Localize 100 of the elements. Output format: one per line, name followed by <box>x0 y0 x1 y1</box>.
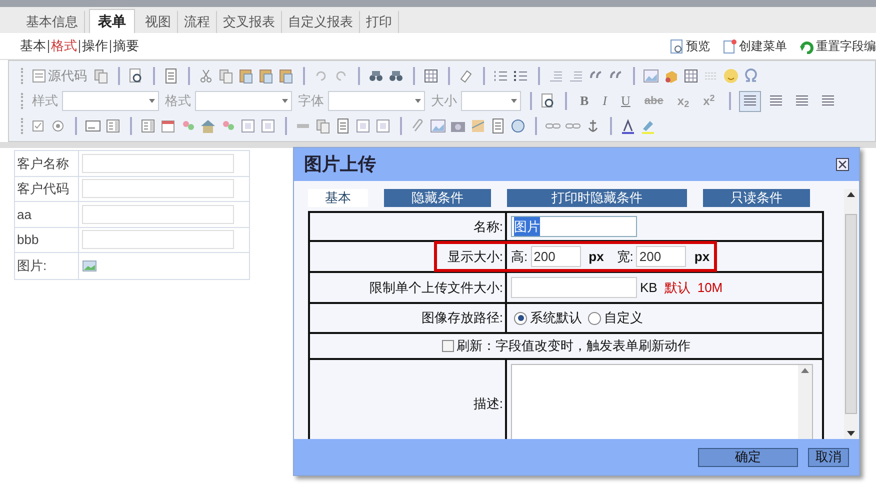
omega-icon[interactable] <box>743 68 759 84</box>
document-icon[interactable] <box>490 118 506 134</box>
source-code-button[interactable]: 源代码 <box>30 66 89 86</box>
text-input[interactable]: 图片 <box>511 216 637 237</box>
align-lines-icon[interactable] <box>738 90 761 112</box>
tab[interactable]: 自定义报表 <box>282 11 360 33</box>
eraser-icon[interactable] <box>458 68 474 84</box>
dialog-tab[interactable]: 打印时隐藏条件 <box>507 189 687 207</box>
tab[interactable]: 视图 <box>139 11 178 33</box>
text-field-icon[interactable] <box>85 118 101 134</box>
frame-icon[interactable] <box>375 118 391 134</box>
magnifier-icon[interactable] <box>540 93 556 109</box>
clipboard-icon[interactable] <box>238 68 254 84</box>
scissors-icon[interactable] <box>198 68 214 84</box>
document-icon[interactable] <box>163 68 179 84</box>
toolbar-link[interactable]: 创建菜单 <box>739 37 787 55</box>
format-button[interactable]: U <box>616 91 636 111</box>
dropdown-label: 格式 <box>165 92 191 110</box>
frame-icon[interactable] <box>240 118 256 134</box>
scrollbar[interactable] <box>844 189 858 439</box>
dropdown-field[interactable] <box>195 91 292 111</box>
tab[interactable]: 表单 <box>89 9 135 33</box>
radio-label: 自定义 <box>604 309 643 328</box>
format-button[interactable]: B <box>575 91 594 111</box>
bullet-list-icon[interactable] <box>513 68 529 84</box>
pages-icon[interactable] <box>218 68 234 84</box>
number-input[interactable]: 200 <box>636 246 686 267</box>
clipboard-icon[interactable] <box>258 68 274 84</box>
landscape-icon[interactable] <box>430 118 446 134</box>
text-input[interactable] <box>82 204 234 224</box>
field-label: 图片: <box>17 257 47 275</box>
dropdown-field[interactable] <box>62 91 159 111</box>
caret-icon <box>511 99 517 103</box>
dropdown-field[interactable] <box>328 91 425 111</box>
text-area[interactable] <box>511 364 813 439</box>
nav-link[interactable]: 基本 <box>20 36 46 56</box>
calendar-icon[interactable] <box>160 118 176 134</box>
unit-label: px <box>694 248 710 266</box>
toolbar-link[interactable]: 预览 <box>686 37 710 55</box>
radio-button[interactable] <box>588 312 601 324</box>
globe-icon[interactable] <box>510 118 526 134</box>
nav-link[interactable]: 操作 <box>82 36 108 56</box>
number-input[interactable]: 200 <box>530 246 581 267</box>
field-label: 显示大小: <box>447 248 503 266</box>
magnifier-icon[interactable] <box>128 68 144 84</box>
close-icon[interactable] <box>836 158 849 171</box>
dialog-button[interactable]: 取消 <box>808 448 849 466</box>
landscape-icon[interactable] <box>643 68 659 84</box>
tab[interactable]: 流程 <box>178 11 217 33</box>
field-label: bbb <box>17 231 39 249</box>
numbered-list-icon[interactable] <box>493 68 509 84</box>
binoculars-icon[interactable] <box>388 68 404 84</box>
format-button[interactable]: I <box>598 91 612 111</box>
pages-icon[interactable] <box>315 118 331 134</box>
tab[interactable]: 打印 <box>360 11 399 33</box>
dialog-tab[interactable]: 基本 <box>308 189 368 207</box>
text-input[interactable] <box>82 230 234 250</box>
grid-icon[interactable] <box>423 68 439 84</box>
scroll-down-icon[interactable] <box>847 431 855 436</box>
radio-icon[interactable] <box>50 118 66 134</box>
circular-arrow-icon[interactable] <box>799 38 814 54</box>
hint-text: 默认 <box>664 278 690 297</box>
scroll-up-icon[interactable] <box>847 192 855 197</box>
text-color-icon[interactable] <box>620 118 636 134</box>
smiley-icon[interactable] <box>723 68 739 84</box>
frame-icon[interactable] <box>260 118 276 134</box>
field-label: 宽: <box>616 248 634 266</box>
pages-icon[interactable] <box>93 68 109 84</box>
list-box-icon[interactable] <box>105 118 121 134</box>
nav-link[interactable]: 摘要 <box>113 36 139 56</box>
clipboard-icon[interactable] <box>278 68 294 84</box>
nav-link[interactable]: 格式 <box>51 36 77 56</box>
text-input[interactable] <box>82 179 234 198</box>
house-icon[interactable] <box>200 118 216 134</box>
frame-icon[interactable] <box>355 118 371 134</box>
dialog-tab[interactable]: 隐藏条件 <box>384 189 491 207</box>
tab[interactable]: 基本信息 <box>20 11 85 33</box>
page-icon[interactable] <box>722 38 737 54</box>
radio-button[interactable] <box>514 312 527 324</box>
field-label: 名称: <box>473 218 503 236</box>
checkbox-icon[interactable] <box>30 118 46 134</box>
binoculars-icon[interactable] <box>368 68 384 84</box>
field-label: aa <box>17 206 32 224</box>
dialog-button[interactable]: 确定 <box>698 448 798 466</box>
text-input[interactable] <box>82 154 234 173</box>
cube-icon[interactable] <box>663 68 679 84</box>
dropdown-field[interactable] <box>461 91 521 111</box>
document-icon[interactable] <box>335 118 351 134</box>
dialog-title: 图片上传 <box>304 153 376 176</box>
dialog-tab[interactable]: 只读条件 <box>703 189 810 207</box>
dropdown-label: 大小 <box>431 92 457 110</box>
list-box-icon[interactable] <box>140 118 156 134</box>
unit-label: px <box>588 248 604 266</box>
tab[interactable]: 交叉报表 <box>217 11 282 33</box>
checkbox[interactable] <box>442 340 454 352</box>
image-icon[interactable] <box>82 259 97 272</box>
text-input[interactable] <box>511 277 637 298</box>
page-magnifier-icon[interactable] <box>669 38 684 54</box>
toolbar-link[interactable]: 重置字段编 <box>816 37 876 55</box>
grid-icon[interactable] <box>683 68 699 84</box>
